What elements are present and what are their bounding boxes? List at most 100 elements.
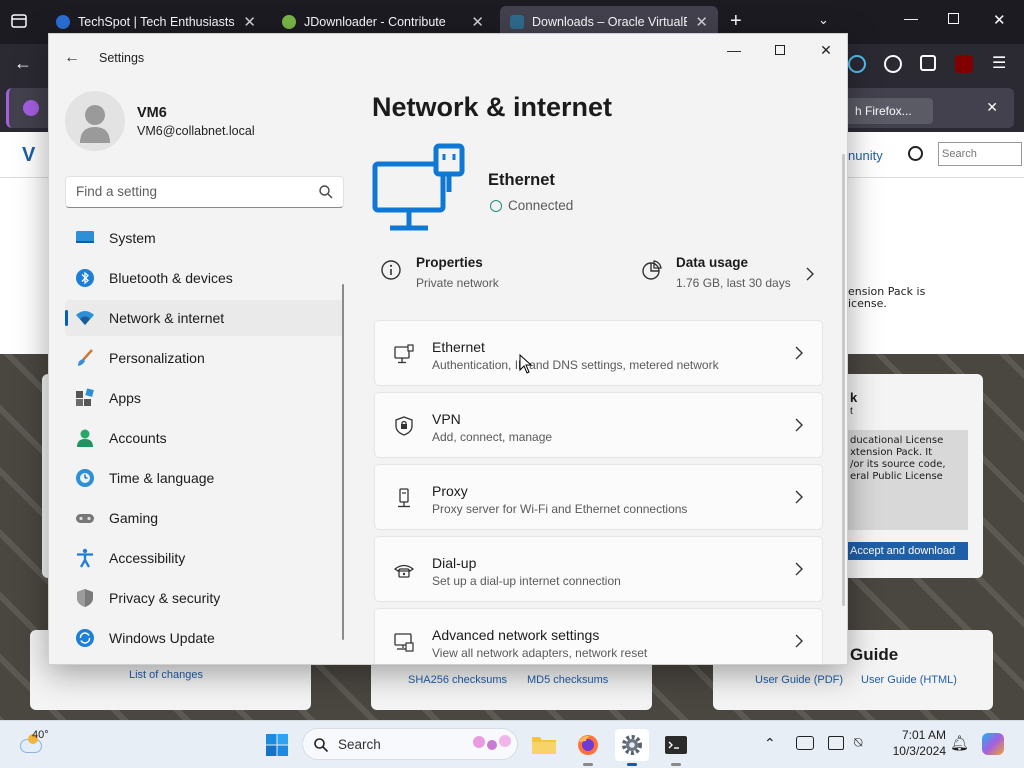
accessibility-icon: [77, 548, 93, 568]
maximize-browser-icon[interactable]: [948, 13, 959, 24]
minimize-browser-icon[interactable]: —: [904, 10, 918, 26]
dialup-icon: [393, 564, 415, 578]
notification-bell-icon[interactable]: 🔔︎: [950, 734, 969, 752]
ime-language-icon[interactable]: ⍉: [854, 734, 862, 751]
shield-icon: [77, 589, 93, 607]
new-tab-icon[interactable]: +: [730, 10, 742, 33]
data-usage-pie-icon: [642, 260, 662, 280]
weather-temp: 40°: [32, 729, 49, 741]
back-arrow-icon[interactable]: ←: [14, 53, 32, 74]
app-title: Settings: [99, 51, 145, 65]
wifi-icon: [76, 311, 94, 325]
vpn-card[interactable]: VPN Add, connect, manage: [374, 392, 823, 458]
sidebar-item-gaming[interactable]: Gaming: [65, 500, 344, 536]
md5-link[interactable]: MD5 checksums: [527, 674, 608, 686]
user-icon[interactable]: [908, 146, 923, 161]
sidebar-scrollbar[interactable]: [342, 284, 344, 640]
close-notification-icon[interactable]: ✕: [986, 99, 998, 116]
bluetooth-icon: [76, 269, 94, 287]
minimize-button[interactable]: —: [711, 34, 757, 66]
display-icon[interactable]: [828, 736, 844, 750]
taskbar-search-box[interactable]: Search: [302, 728, 518, 760]
notification-action-button[interactable]: h Firefox...: [845, 98, 933, 124]
accept-and-download-button[interactable]: Accept and download: [848, 542, 968, 560]
list-of-changes-link[interactable]: List of changes: [129, 669, 203, 681]
user-guide-pdf-link[interactable]: User Guide (PDF): [755, 674, 843, 686]
site-search-input[interactable]: [938, 142, 1022, 166]
sidebar-item-privacy[interactable]: Privacy & security: [65, 580, 344, 616]
close-browser-icon[interactable]: ✕: [993, 11, 1006, 29]
user-guide-heading: Guide: [850, 645, 899, 664]
search-icon: [319, 185, 333, 199]
search-icon: [314, 738, 329, 753]
extensions-puzzle-icon[interactable]: [920, 55, 936, 71]
dial-up-card[interactable]: Dial-up Set up a dial-up internet connec…: [374, 536, 823, 602]
ethernet-monitor-icon: [372, 143, 465, 231]
sha256-link[interactable]: SHA256 checksums: [408, 674, 507, 686]
ublock-icon[interactable]: [955, 55, 973, 73]
maximize-button[interactable]: [757, 34, 803, 66]
apps-icon: [76, 388, 94, 406]
find-setting-search-input[interactable]: Find a setting: [65, 176, 344, 208]
proxy-card[interactable]: Proxy Proxy server for Wi-Fi and Etherne…: [374, 464, 823, 530]
chevron-right-icon: [795, 634, 803, 648]
chevron-right-icon: [806, 267, 814, 281]
user-email: VM6@collabnet.local: [137, 124, 255, 138]
extension-icon[interactable]: [848, 55, 866, 73]
back-button[interactable]: ←: [59, 46, 85, 70]
advanced-network-settings-card[interactable]: Advanced network settings View all netwo…: [374, 608, 823, 664]
sidebar-item-bluetooth[interactable]: Bluetooth & devices: [65, 260, 344, 296]
update-icon: [76, 629, 94, 647]
ethernet-card[interactable]: Ethernet Authentication, IP and DNS sett…: [374, 320, 823, 386]
page-title: Network & internet: [372, 92, 613, 122]
sidebar-item-windows-update[interactable]: Windows Update: [65, 620, 344, 656]
connection-status: Connected: [490, 198, 573, 213]
settings-taskbar-button[interactable]: [615, 729, 649, 766]
active-indicator: [627, 763, 637, 766]
sidebar-item-apps[interactable]: Apps: [65, 380, 344, 416]
extension-note: ension Pack is icense.: [848, 285, 926, 310]
copilot-icon[interactable]: [982, 733, 1004, 755]
globe-icon: [490, 199, 502, 212]
close-tab-icon[interactable]: ✕: [695, 13, 708, 31]
list-all-tabs-icon[interactable]: ⌄: [818, 12, 829, 28]
ethernet-icon: [394, 344, 414, 364]
weather-widget[interactable]: 40°: [18, 729, 68, 759]
sidebar-item-accounts[interactable]: Accounts: [65, 420, 344, 456]
avatar[interactable]: [65, 91, 125, 151]
sidebar-item-personalization[interactable]: Personalization: [65, 340, 344, 376]
data-usage-link[interactable]: Data usage 1.76 GB, last 30 days: [640, 249, 830, 299]
account-icon[interactable]: [884, 55, 902, 73]
clock-globe-icon: [76, 469, 94, 487]
license-card-heading: k: [850, 390, 858, 405]
gamepad-icon: [76, 514, 94, 523]
network-off-icon[interactable]: [796, 736, 814, 750]
content-scrollbar[interactable]: [842, 154, 845, 606]
clock-time: 7:01 AM: [901, 728, 946, 742]
license-text-box: ducational License xtension Pack. It /or…: [848, 430, 968, 530]
clock[interactable]: 7:01 AM 10/3/2024: [880, 727, 946, 759]
show-hidden-icons-chevron-icon[interactable]: ⌃: [764, 735, 776, 752]
close-tab-icon[interactable]: ✕: [471, 13, 484, 31]
sidebar-item-time-language[interactable]: Time & language: [65, 460, 344, 496]
gear-icon: [622, 735, 642, 755]
virtualbox-logo-icon: V: [22, 144, 36, 166]
community-link[interactable]: nunity: [848, 148, 883, 163]
close-tab-icon[interactable]: ✕: [243, 13, 256, 31]
terminal-button[interactable]: [659, 729, 693, 766]
close-button[interactable]: ✕: [803, 34, 847, 66]
firefox-button[interactable]: [571, 729, 605, 766]
properties-link[interactable]: Properties Private network: [380, 249, 600, 299]
chevron-right-icon: [795, 418, 803, 432]
sidebar-item-system[interactable]: System: [65, 220, 344, 256]
terminal-icon: [665, 736, 687, 754]
tab-list-icon[interactable]: [10, 12, 28, 30]
file-explorer-button[interactable]: [527, 729, 561, 761]
clock-date: 10/3/2024: [892, 744, 946, 758]
menu-icon[interactable]: ☰: [992, 53, 1006, 73]
sidebar-item-accessibility[interactable]: Accessibility: [65, 540, 344, 576]
folder-icon: [532, 737, 556, 754]
sidebar-item-network[interactable]: Network & internet: [65, 300, 344, 336]
start-button[interactable]: [260, 729, 294, 761]
user-guide-html-link[interactable]: User Guide (HTML): [861, 674, 957, 686]
